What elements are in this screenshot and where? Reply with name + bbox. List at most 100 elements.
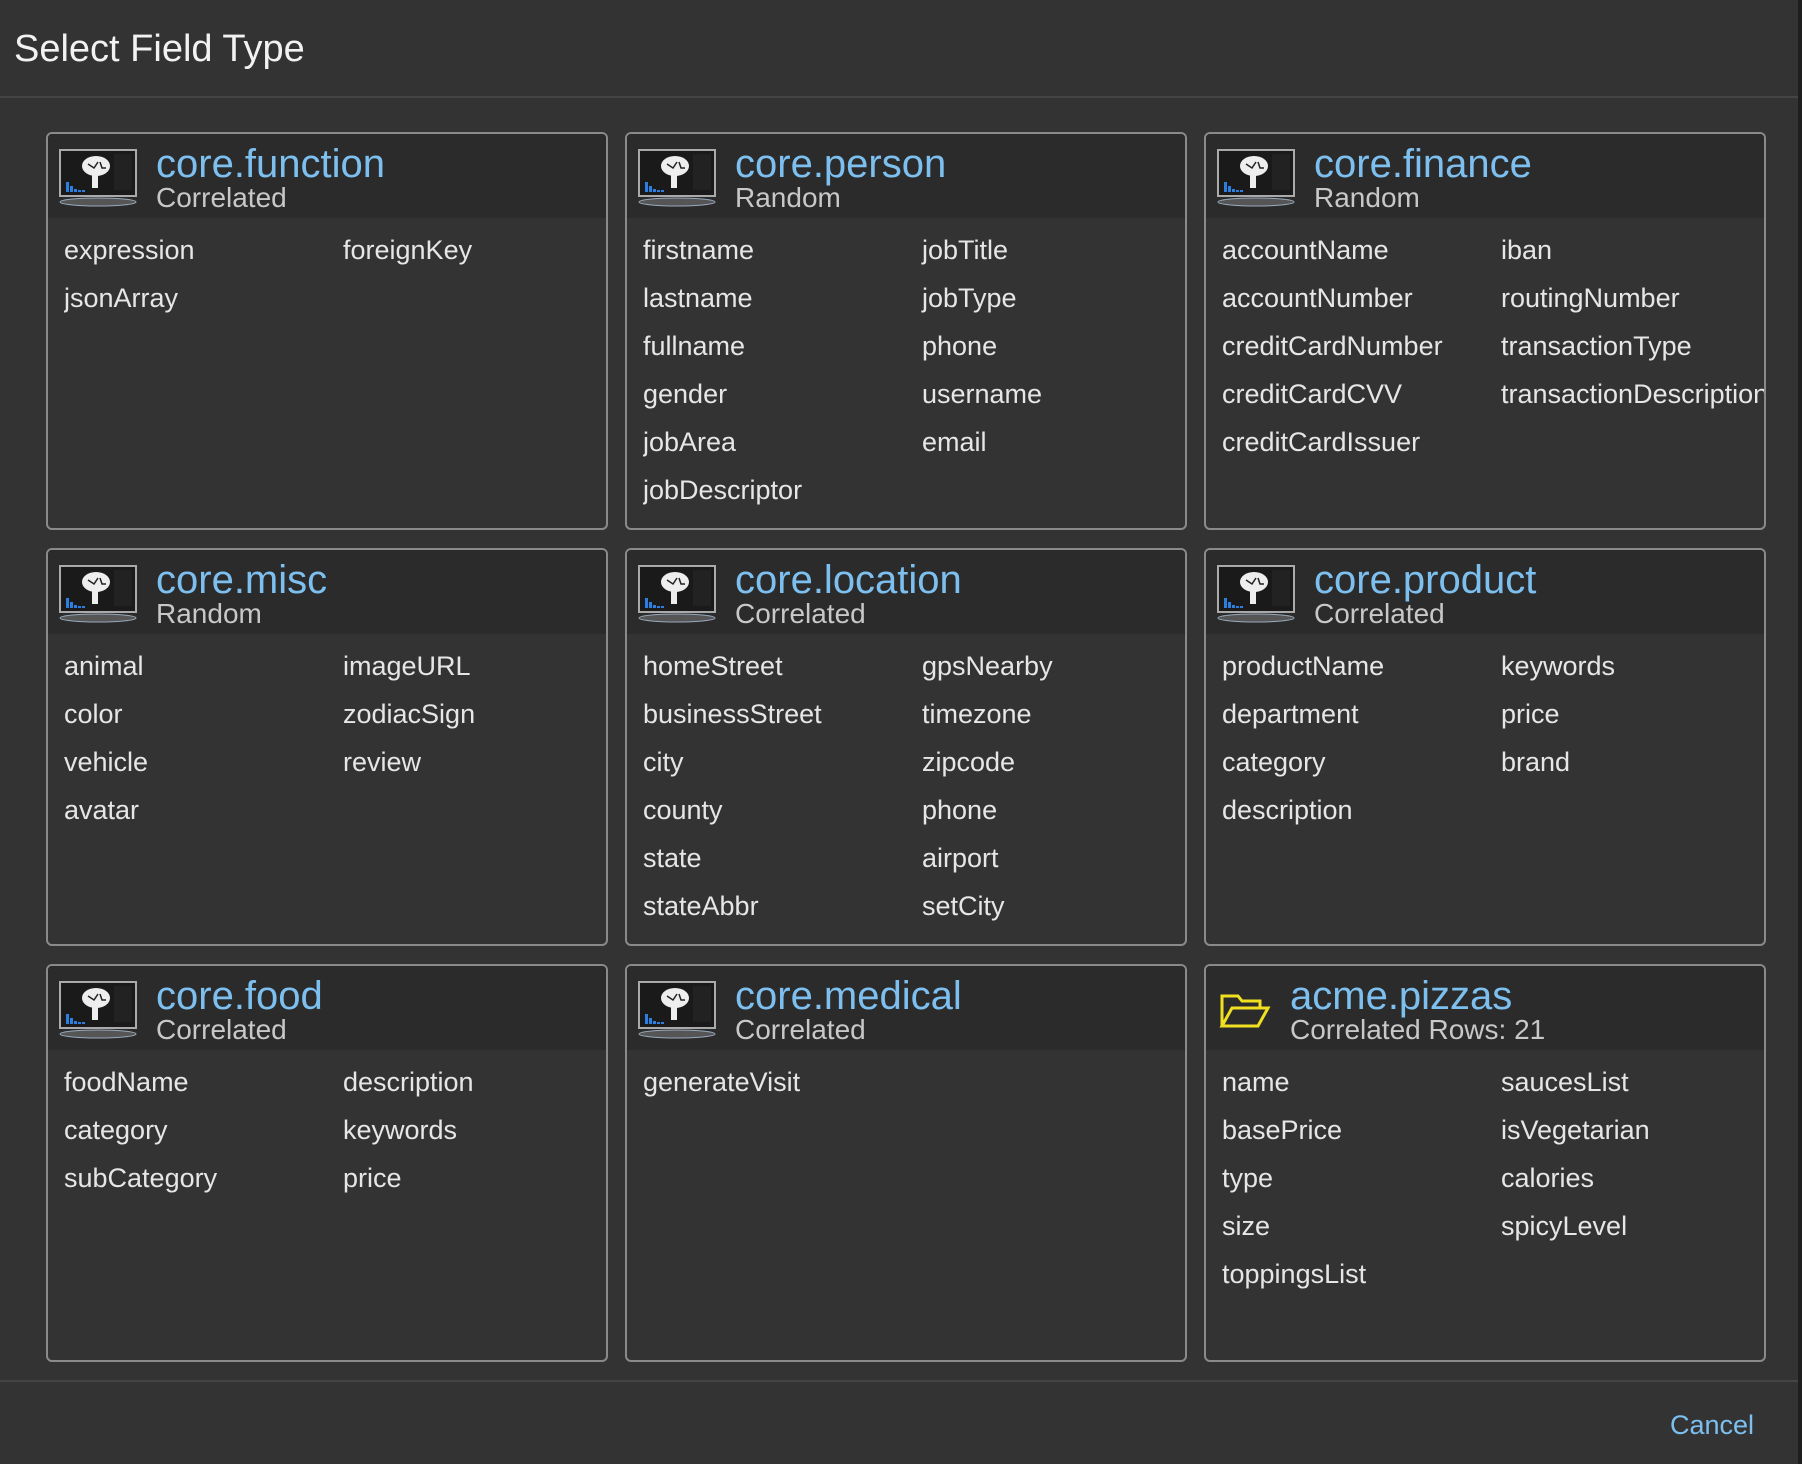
field-item[interactable]: brand — [1501, 738, 1764, 786]
field-item[interactable]: jobDescriptor — [643, 466, 922, 514]
field-item[interactable]: jobArea — [643, 418, 922, 466]
field-item[interactable]: keywords — [1501, 642, 1764, 690]
field-item[interactable]: spicyLevel — [1501, 1202, 1764, 1250]
field-item[interactable]: phone — [922, 322, 1185, 370]
field-item[interactable]: avatar — [64, 786, 343, 834]
field-item[interactable]: state — [643, 834, 922, 882]
field-item[interactable]: phone — [922, 786, 1185, 834]
field-item[interactable]: calories — [1501, 1154, 1764, 1202]
field-item[interactable]: zipcode — [922, 738, 1185, 786]
field-item[interactable]: type — [1222, 1154, 1501, 1202]
field-item[interactable]: expression — [64, 226, 343, 274]
dialog-footer: Cancel — [0, 1380, 1798, 1464]
field-item[interactable]: city — [643, 738, 922, 786]
card-header: core.medical Correlated — [627, 966, 1185, 1050]
field-item[interactable]: firstname — [643, 226, 922, 274]
field-item[interactable]: department — [1222, 690, 1501, 738]
card-subtitle: Correlated — [735, 1014, 866, 1045]
field-item[interactable]: airport — [922, 834, 1185, 882]
field-item[interactable]: basePrice — [1222, 1106, 1501, 1154]
brain-monitor-icon — [635, 148, 719, 208]
field-item[interactable]: saucesList — [1501, 1058, 1764, 1106]
field-item[interactable]: keywords — [343, 1106, 606, 1154]
field-item[interactable]: fullname — [643, 322, 922, 370]
card-title: core.medical — [735, 974, 962, 1018]
field-item[interactable]: size — [1222, 1202, 1501, 1250]
field-item[interactable]: animal — [64, 642, 343, 690]
card-subtitle: Correlated — [735, 598, 866, 629]
field-item[interactable]: price — [1501, 690, 1764, 738]
field-item[interactable]: gender — [643, 370, 922, 418]
card-subtitle: Random — [735, 182, 841, 213]
card-subtitle: Correlated Rows: 21 — [1290, 1014, 1546, 1045]
field-item[interactable]: creditCardNumber — [1222, 322, 1501, 370]
field-item[interactable]: transactionDescription — [1501, 370, 1764, 418]
field-item[interactable]: businessStreet — [643, 690, 922, 738]
card-title: core.person — [735, 142, 947, 186]
card-header: core.finance Random — [1206, 134, 1764, 218]
card-subtitle: Correlated — [156, 182, 287, 213]
field-item[interactable]: jsonArray — [64, 274, 343, 322]
field-item[interactable]: username — [922, 370, 1185, 418]
field-item[interactable]: email — [922, 418, 1185, 466]
card-header: acme.pizzas Correlated Rows: 21 — [1206, 966, 1764, 1050]
card-title: core.location — [735, 558, 962, 602]
field-item[interactable]: category — [1222, 738, 1501, 786]
brain-monitor-icon — [635, 564, 719, 624]
field-item[interactable]: imageURL — [343, 642, 606, 690]
card-subtitle: Random — [156, 598, 262, 629]
brain-monitor-icon — [56, 148, 140, 208]
field-item[interactable]: productName — [1222, 642, 1501, 690]
field-item[interactable]: gps — [643, 930, 922, 944]
card-header: core.location Correlated — [627, 550, 1185, 634]
field-item[interactable]: county — [643, 786, 922, 834]
field-item[interactable]: zodiacSign — [343, 690, 606, 738]
field-item[interactable]: color — [64, 690, 343, 738]
field-item[interactable]: subCategory — [64, 1154, 343, 1202]
field-item[interactable]: iban — [1501, 226, 1764, 274]
card-core-food: core.food Correlated foodName description… — [46, 964, 608, 1362]
field-item[interactable]: timezone — [922, 690, 1185, 738]
field-item[interactable]: lastname — [643, 274, 922, 322]
field-item[interactable]: toppingsList — [1222, 1250, 1501, 1298]
field-item[interactable]: creditCardIssuer — [1222, 418, 1501, 466]
field-item[interactable]: category — [64, 1106, 343, 1154]
field-list: name saucesList basePrice isVegetarian type c… — [1222, 1058, 1764, 1360]
card-core-medical: core.medical Correlated generateVisit — [625, 964, 1187, 1362]
field-list: firstname jobTitle lastname jobType fullname… — [643, 226, 1185, 528]
field-item[interactable]: homeStreet — [643, 642, 922, 690]
brain-monitor-icon — [56, 980, 140, 1040]
card-subtitle: Random — [1314, 182, 1420, 213]
card-title: core.misc — [156, 558, 328, 602]
field-item[interactable]: accountName — [1222, 226, 1501, 274]
field-item[interactable]: foreignKey — [343, 226, 606, 274]
cancel-button[interactable]: Cancel — [1670, 1410, 1754, 1441]
field-item[interactable]: transactionType — [1501, 322, 1764, 370]
card-acme-pizzas: acme.pizzas Correlated Rows: 21 name sauc… — [1204, 964, 1766, 1362]
card-title: core.food — [156, 974, 323, 1018]
field-item[interactable]: gpsNearby — [922, 642, 1185, 690]
field-item[interactable]: vehicle — [64, 738, 343, 786]
field-item[interactable]: setCity — [922, 882, 1185, 930]
field-item[interactable]: description — [343, 1058, 606, 1106]
field-item[interactable]: creditCardCVV — [1222, 370, 1501, 418]
field-item[interactable]: review — [343, 738, 606, 786]
field-item[interactable]: routingNumber — [1501, 274, 1764, 322]
field-list: animal imageURL color zodiacSign vehicle revi… — [64, 642, 606, 944]
field-item[interactable]: name — [1222, 1058, 1501, 1106]
card-core-function: core.function Correlated expression forei… — [46, 132, 608, 530]
brain-monitor-icon — [635, 980, 719, 1040]
field-item[interactable]: stateAbbr — [643, 882, 922, 930]
field-item[interactable]: foodName — [64, 1058, 343, 1106]
window-edge — [1798, 0, 1802, 1464]
field-list: productName keywords department price catego… — [1222, 642, 1764, 944]
field-item[interactable]: price — [343, 1154, 606, 1202]
field-item[interactable]: jobTitle — [922, 226, 1185, 274]
field-item[interactable]: isVegetarian — [1501, 1106, 1764, 1154]
card-title: core.finance — [1314, 142, 1532, 186]
field-item[interactable]: jobType — [922, 274, 1185, 322]
field-item[interactable]: generateVisit — [643, 1058, 922, 1106]
field-item[interactable]: accountNumber — [1222, 274, 1501, 322]
field-list: expression foreignKey jsonArray — [64, 226, 606, 528]
field-item[interactable]: description — [1222, 786, 1501, 834]
